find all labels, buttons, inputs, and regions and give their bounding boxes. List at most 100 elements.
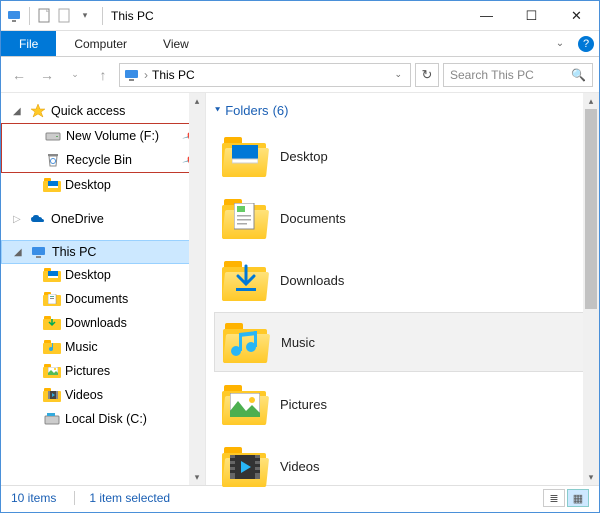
- pc-icon: [30, 243, 48, 261]
- status-item-count: 10 items: [11, 491, 56, 505]
- folder-label: Pictures: [280, 397, 327, 412]
- folder-icon: [43, 176, 61, 194]
- qat-dropdown-icon[interactable]: ▾: [76, 7, 94, 25]
- folder-icon: [43, 314, 61, 332]
- refresh-button[interactable]: ↻: [415, 63, 439, 87]
- tree-label: OneDrive: [51, 212, 104, 226]
- tree-label: Recycle Bin: [66, 153, 132, 167]
- nav-scrollbar[interactable]: ▴ ▾: [189, 93, 205, 485]
- tree-item-local-disk[interactable]: Local Disk (C:): [1, 407, 205, 431]
- tree-label: Pictures: [65, 364, 110, 378]
- scroll-up-icon[interactable]: ▴: [189, 93, 205, 109]
- tree-item-desktop[interactable]: Desktop: [1, 263, 205, 287]
- tree-onedrive[interactable]: ▷ OneDrive: [1, 207, 205, 231]
- tree-label: New Volume (F:): [66, 129, 159, 143]
- folder-icon: [43, 362, 61, 380]
- tree-label: Local Disk (C:): [65, 412, 147, 426]
- tree-this-pc[interactable]: ◢ This PC: [1, 240, 205, 264]
- file-tab[interactable]: File: [1, 31, 56, 56]
- tree-label: Downloads: [65, 316, 127, 330]
- tree-quick-access[interactable]: ◢ Quick access: [1, 99, 205, 123]
- folder-label: Videos: [280, 459, 320, 474]
- tree-label: This PC: [52, 245, 96, 259]
- folder-icon: [43, 266, 61, 284]
- tree-label: Videos: [65, 388, 103, 402]
- section-label: Folders: [225, 103, 268, 118]
- search-icon: 🔍: [571, 68, 586, 82]
- folder-item-music[interactable]: Music: [214, 312, 595, 372]
- folder-item-videos[interactable]: Videos: [214, 436, 595, 496]
- folder-pictures-icon: [222, 383, 266, 425]
- folder-label: Desktop: [280, 149, 328, 164]
- tree-item-pictures[interactable]: Pictures: [1, 359, 205, 383]
- recycle-bin-icon: [44, 151, 62, 169]
- navigation-bar: ← → ⌄ ↑ › This PC ⌄ ↻ Search This PC 🔍: [1, 57, 599, 93]
- collapse-icon[interactable]: ◢: [13, 106, 25, 117]
- quick-access-toolbar: ▾: [1, 7, 98, 25]
- content-scrollbar[interactable]: ▴ ▾: [583, 93, 599, 485]
- scrollbar-thumb[interactable]: [585, 109, 597, 309]
- tab-view[interactable]: View: [145, 31, 207, 56]
- collapse-icon[interactable]: ⯆: [214, 105, 221, 116]
- recent-locations-button[interactable]: ⌄: [63, 63, 87, 87]
- tab-computer[interactable]: Computer: [56, 31, 145, 56]
- drive-icon: [43, 410, 61, 428]
- folder-item-desktop[interactable]: Desktop: [214, 126, 595, 186]
- tree-label: Desktop: [65, 268, 111, 282]
- folder-label: Downloads: [280, 273, 344, 288]
- folder-item-pictures[interactable]: Pictures: [214, 374, 595, 434]
- tree-label: Music: [65, 340, 98, 354]
- folder-item-documents[interactable]: Documents: [214, 188, 595, 248]
- breadcrumb[interactable]: This PC: [152, 68, 195, 82]
- cloud-icon: [29, 210, 47, 228]
- scroll-up-icon[interactable]: ▴: [583, 93, 599, 109]
- tree-item-recycle-bin[interactable]: Recycle Bin 📌: [2, 148, 204, 172]
- folder-music-icon: [223, 321, 267, 363]
- pc-icon: [124, 67, 140, 83]
- folder-item-downloads[interactable]: Downloads: [214, 250, 595, 310]
- tree-item-desktop-qa[interactable]: Desktop: [1, 173, 205, 197]
- tree-item-downloads[interactable]: Downloads: [1, 311, 205, 335]
- address-dropdown-icon[interactable]: ⌄: [390, 69, 406, 80]
- status-selected-count: 1 item selected: [74, 491, 170, 505]
- scroll-down-icon[interactable]: ▾: [189, 469, 205, 485]
- body: ◢ Quick access New Volume (F:) 📌 Recycle…: [1, 93, 599, 485]
- properties-icon[interactable]: [56, 7, 74, 25]
- section-header-folders[interactable]: ⯆ Folders (6): [214, 101, 599, 124]
- ribbon: File Computer View ⌄ ?: [1, 31, 599, 57]
- tree-label: Quick access: [51, 104, 125, 118]
- forward-button[interactable]: →: [35, 63, 59, 87]
- scroll-down-icon[interactable]: ▾: [583, 469, 599, 485]
- drive-icon: [44, 127, 62, 145]
- up-button[interactable]: ↑: [91, 63, 115, 87]
- highlight-box: New Volume (F:) 📌 Recycle Bin 📌: [1, 123, 205, 173]
- new-file-icon[interactable]: [36, 7, 54, 25]
- expand-icon[interactable]: ▷: [13, 214, 25, 225]
- folder-desktop-icon: [222, 135, 266, 177]
- folder-label: Music: [281, 335, 315, 350]
- back-button[interactable]: ←: [7, 63, 31, 87]
- maximize-button[interactable]: ☐: [509, 1, 554, 31]
- folder-label: Documents: [280, 211, 346, 226]
- content-pane: ⯆ Folders (6) Desktop Documents Download…: [206, 93, 599, 485]
- folder-documents-icon: [222, 197, 266, 239]
- collapse-icon[interactable]: ◢: [14, 247, 26, 258]
- tree-label: Desktop: [65, 178, 111, 192]
- title-bar: ▾ This PC — ☐ ✕: [1, 1, 599, 31]
- tree-item-new-volume[interactable]: New Volume (F:) 📌: [2, 124, 204, 148]
- tree-item-music[interactable]: Music: [1, 335, 205, 359]
- help-button[interactable]: ?: [573, 31, 599, 56]
- ribbon-collapse-icon[interactable]: ⌄: [547, 31, 573, 56]
- window-title: This PC: [107, 9, 154, 23]
- search-input[interactable]: Search This PC 🔍: [443, 63, 593, 87]
- folder-downloads-icon: [222, 259, 266, 301]
- folder-icon: [43, 290, 61, 308]
- star-icon: [29, 102, 47, 120]
- pc-icon[interactable]: [5, 7, 23, 25]
- minimize-button[interactable]: —: [464, 1, 509, 31]
- navigation-pane: ◢ Quick access New Volume (F:) 📌 Recycle…: [1, 93, 206, 485]
- address-bar[interactable]: › This PC ⌄: [119, 63, 411, 87]
- tree-item-videos[interactable]: Videos: [1, 383, 205, 407]
- tree-item-documents[interactable]: Documents: [1, 287, 205, 311]
- close-button[interactable]: ✕: [554, 1, 599, 31]
